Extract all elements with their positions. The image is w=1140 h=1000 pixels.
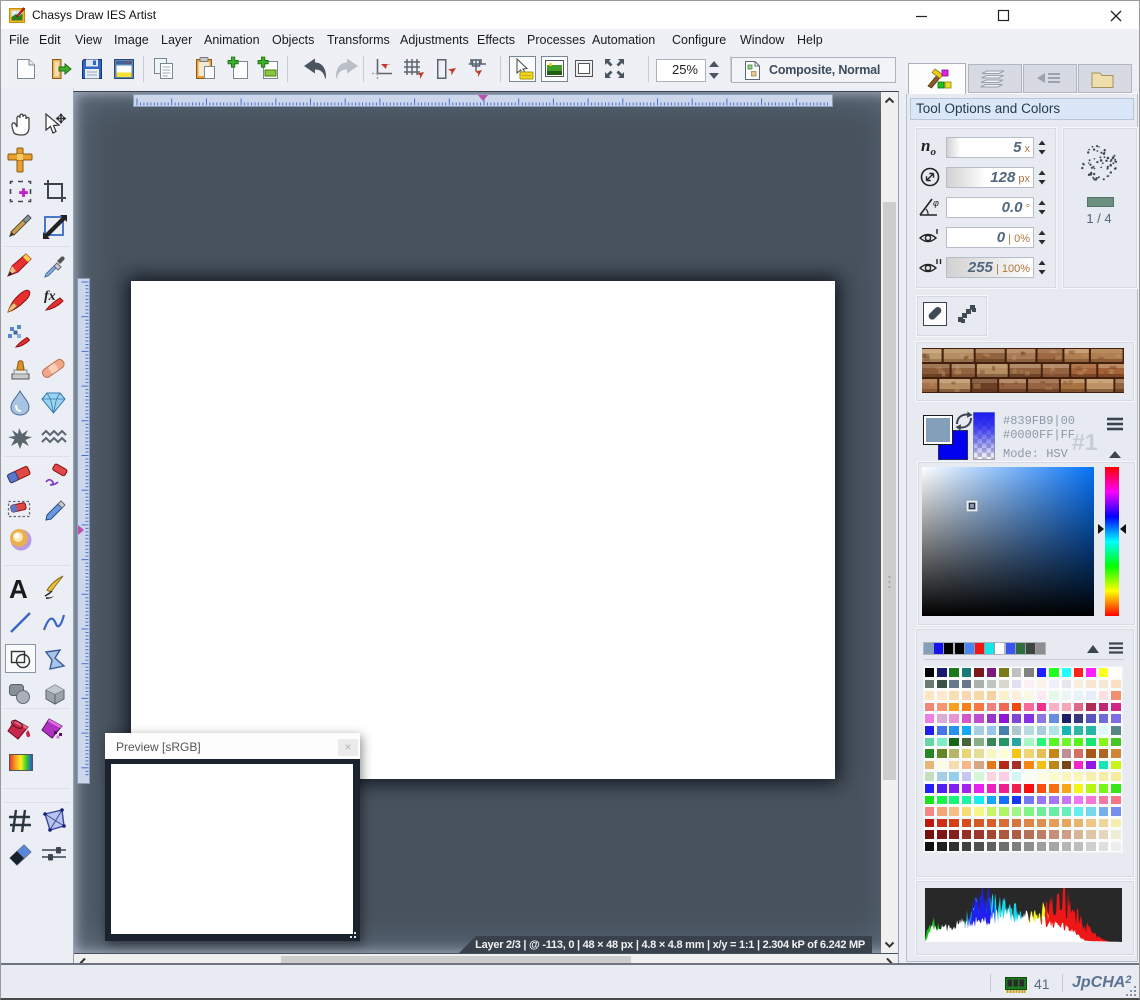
svg-text:A: A xyxy=(9,574,28,604)
svg-text:φ: φ xyxy=(933,198,939,208)
